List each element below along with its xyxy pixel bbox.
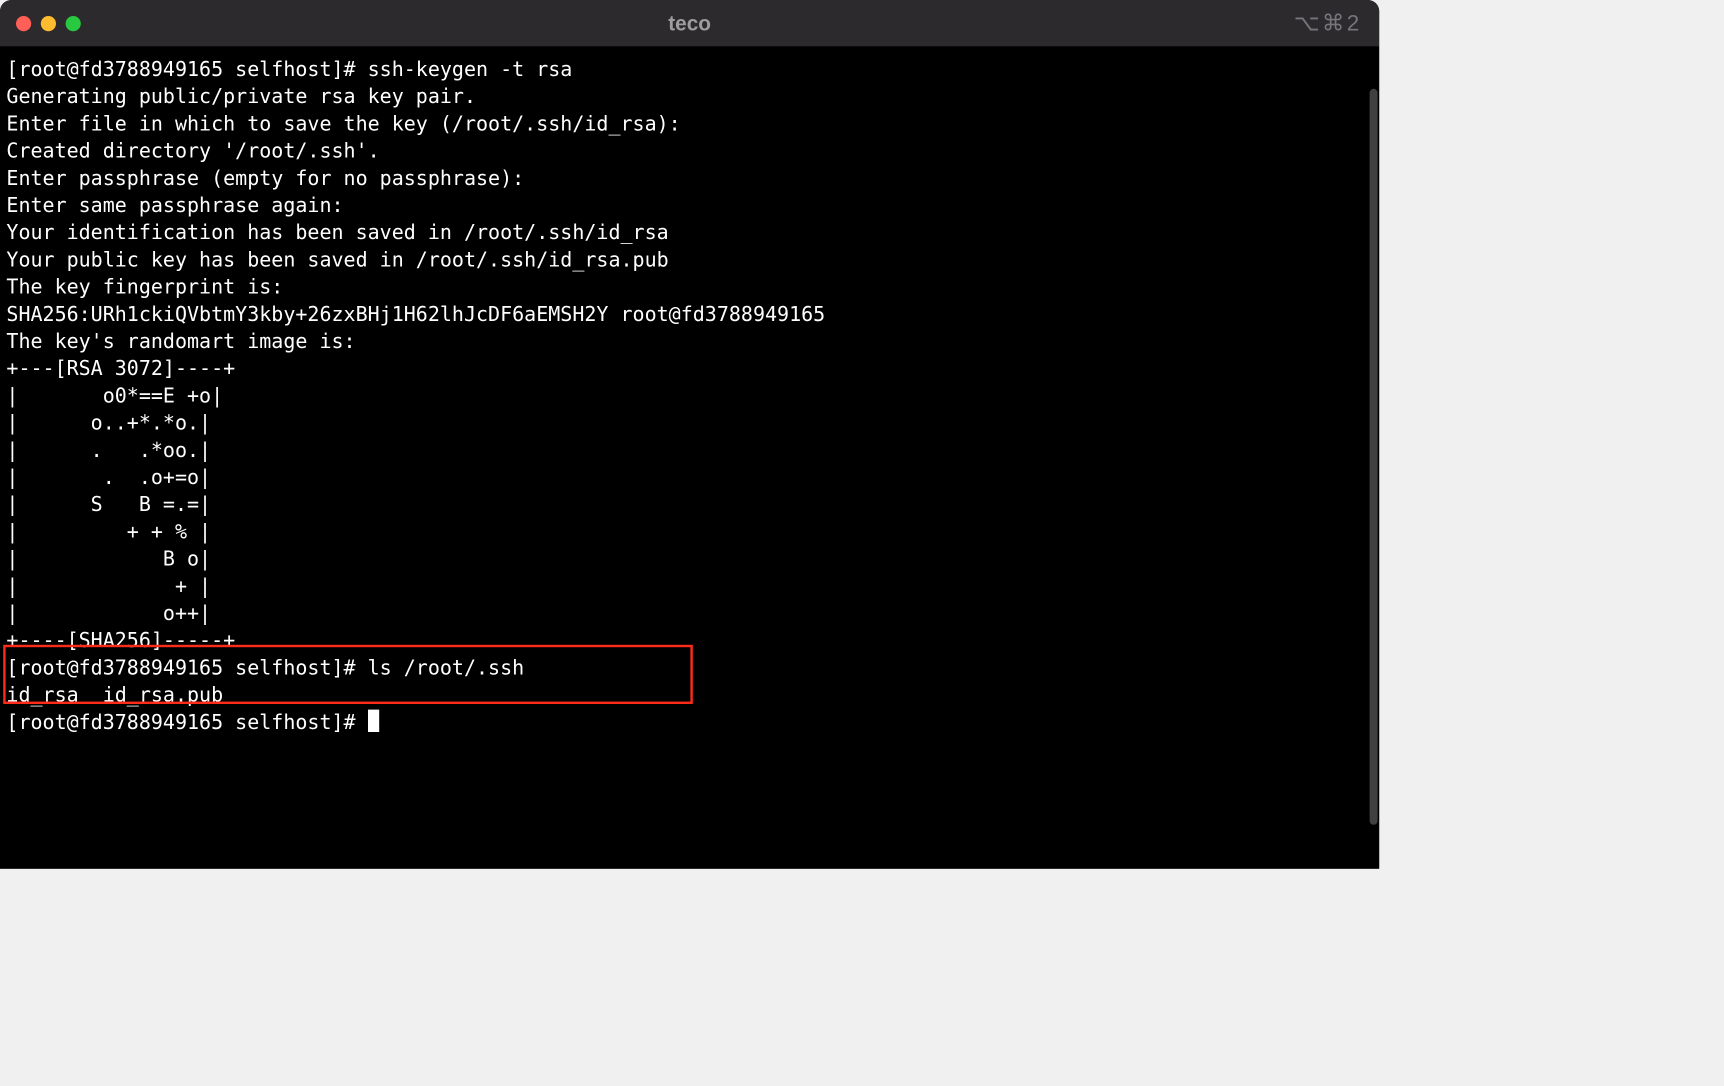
output-line: id_rsa id_rsa.pub (6, 682, 1372, 709)
prompt-line-active[interactable]: [root@fd3788949165 selfhost]# (6, 709, 1372, 736)
output-line: Your public key has been saved in /root/… (6, 246, 1372, 273)
shell-prompt: [root@fd3788949165 selfhost]# (6, 58, 367, 81)
output-line: | o0*==E +o| (6, 382, 1372, 409)
output-line: Enter passphrase (empty for no passphras… (6, 165, 1372, 192)
scrollbar[interactable] (1370, 48, 1378, 866)
output-line: SHA256:URh1ckiQVbtmY3kby+26zxBHj1H62lhJc… (6, 301, 1372, 328)
output-line: | . .*oo.| (6, 437, 1372, 464)
output-line: | + | (6, 573, 1372, 600)
output-line: Enter same passphrase again: (6, 192, 1372, 219)
output-line: | S B =.=| (6, 491, 1372, 518)
minimize-button[interactable] (41, 16, 56, 31)
output-line: The key fingerprint is: (6, 274, 1372, 301)
titlebar[interactable]: teco ⌥⌘2 (0, 0, 1379, 46)
shell-prompt: [root@fd3788949165 selfhost]# (6, 656, 367, 679)
shell-prompt: [root@fd3788949165 selfhost]# (6, 710, 367, 733)
output-line: | + + % | (6, 518, 1372, 545)
output-line: The key's randomart image is: (6, 328, 1372, 355)
traffic-lights (0, 16, 81, 31)
terminal-viewport[interactable]: [root@fd3788949165 selfhost]# ssh-keygen… (0, 46, 1379, 868)
window-title: teco (0, 11, 1379, 36)
output-line: Generating public/private rsa key pair. (6, 83, 1372, 110)
prompt-line: [root@fd3788949165 selfhost]# ls /root/.… (6, 654, 1372, 681)
scrollbar-thumb[interactable] (1370, 89, 1378, 825)
output-line: | o..+*.*o.| (6, 410, 1372, 437)
output-line: | o++| (6, 600, 1372, 627)
output-line: +----[SHA256]-----+ (6, 627, 1372, 654)
output-line: +---[RSA 3072]----+ (6, 355, 1372, 382)
output-line: | . .o+=o| (6, 464, 1372, 491)
close-button[interactable] (16, 16, 31, 31)
output-line: Enter file in which to save the key (/ro… (6, 110, 1372, 137)
command: ls /root/.ssh (368, 656, 525, 679)
maximize-button[interactable] (66, 16, 81, 31)
shortcut-hint: ⌥⌘2 (1294, 10, 1362, 36)
command: ssh-keygen -t rsa (368, 58, 573, 81)
prompt-line: [root@fd3788949165 selfhost]# ssh-keygen… (6, 56, 1372, 83)
cursor (368, 710, 379, 732)
output-line: Created directory '/root/.ssh'. (6, 138, 1372, 165)
terminal-window: teco ⌥⌘2 [root@fd3788949165 selfhost]# s… (0, 0, 1379, 869)
output-line: Your identification has been saved in /r… (6, 219, 1372, 246)
output-line: | B o| (6, 546, 1372, 573)
